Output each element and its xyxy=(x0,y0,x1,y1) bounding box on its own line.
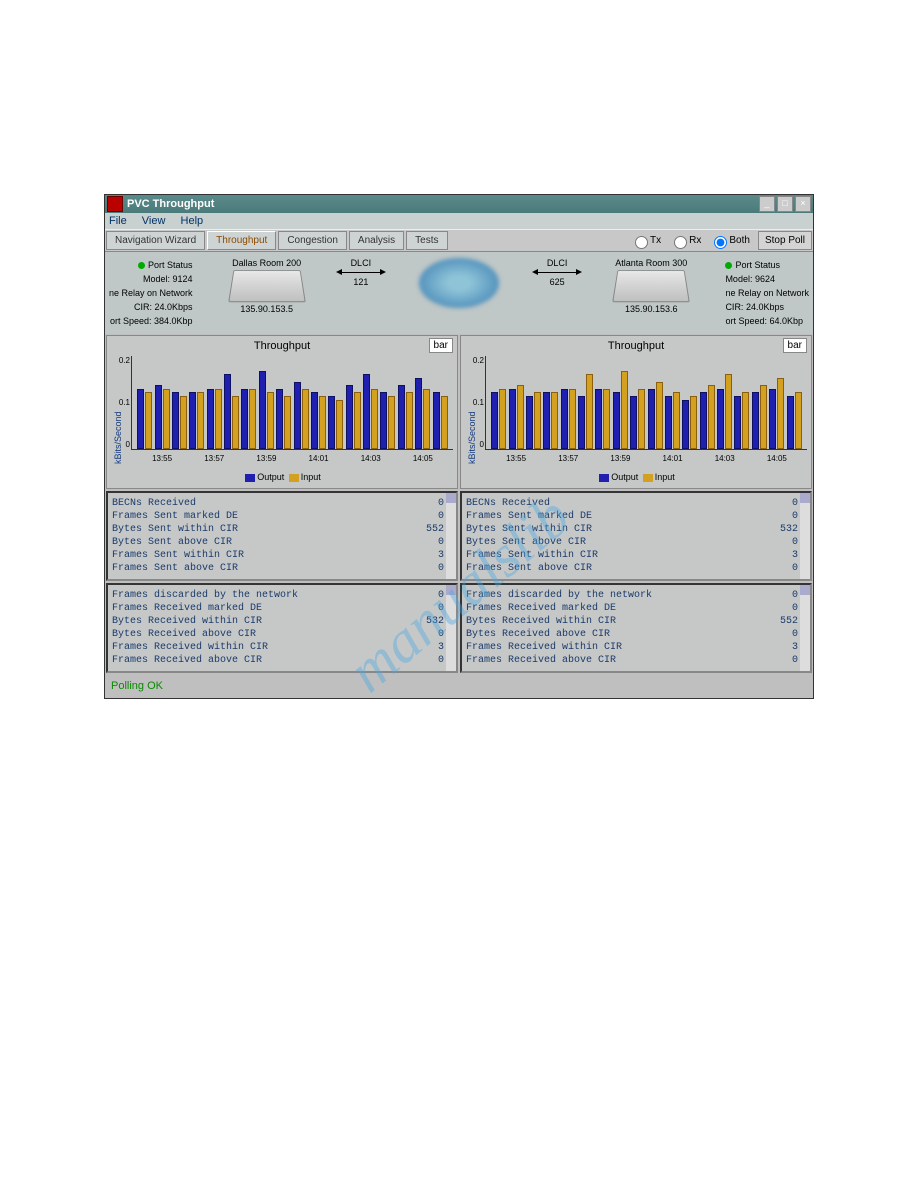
toolbar: Navigation Wizard Throughput Congestion … xyxy=(105,229,813,252)
stats-sent-right: BECNs Received0Frames Sent marked DE0Byt… xyxy=(460,491,812,581)
close-button[interactable]: × xyxy=(795,196,811,212)
app-window: PVC Throughput _ □ × File View Help Navi… xyxy=(104,194,814,699)
tab-throughput[interactable]: Throughput xyxy=(207,231,276,250)
status-dot-icon xyxy=(725,262,732,269)
menu-bar: File View Help xyxy=(105,213,813,229)
chart-legend: Output Input xyxy=(107,470,457,488)
maximize-button[interactable]: □ xyxy=(777,196,793,212)
app-icon xyxy=(107,196,123,212)
window-title: PVC Throughput xyxy=(127,198,757,210)
chart-type-select[interactable]: bar xyxy=(783,338,807,353)
tab-congestion[interactable]: Congestion xyxy=(278,231,347,250)
stats-sent-left: BECNs Received0Frames Sent marked DE0Byt… xyxy=(106,491,458,581)
chart-title: Throughput xyxy=(608,340,664,352)
chart-panel-left: Throughput bar kBits/Second 0.20.10 13:5… xyxy=(106,335,458,489)
scrollbar[interactable] xyxy=(446,585,456,671)
chart-panel-right: Throughput bar kBits/Second 0.20.10 13:5… xyxy=(460,335,812,489)
radio-both[interactable]: Both xyxy=(709,233,750,249)
status-bar: Polling OK xyxy=(105,674,813,698)
stop-poll-button[interactable]: Stop Poll xyxy=(758,231,812,250)
chart-plot: 0.20.10 13:5513:5713:5914:0114:0314:05 xyxy=(485,356,807,450)
chart-plot: 0.20.10 13:5513:5713:5914:0114:0314:05 xyxy=(131,356,453,450)
device-icon xyxy=(612,270,690,302)
device-icon xyxy=(228,270,306,302)
tab-analysis[interactable]: Analysis xyxy=(349,231,404,250)
cloud-icon xyxy=(419,258,499,308)
scrollbar[interactable] xyxy=(446,493,456,579)
radio-tx[interactable]: Tx xyxy=(630,233,661,249)
left-device: Dallas Room 200 135.90.153.5 xyxy=(231,258,303,314)
topology-area: Port Status Model: 9124 ne Relay on Netw… xyxy=(105,252,813,334)
arrow-icon xyxy=(341,272,381,273)
right-device-stats: Port Status Model: 9624 ne Relay on Netw… xyxy=(725,258,809,328)
stats-recv-left: Frames discarded by the network0Frames R… xyxy=(106,583,458,673)
left-device-stats: Port Status Model: 9124 ne Relay on Netw… xyxy=(109,258,193,328)
title-bar: PVC Throughput _ □ × xyxy=(105,195,813,213)
chart-type-select[interactable]: bar xyxy=(429,338,453,353)
chart-title: Throughput xyxy=(254,340,310,352)
stats-recv-right: Frames discarded by the network0Frames R… xyxy=(460,583,812,673)
tab-tests[interactable]: Tests xyxy=(406,231,447,250)
status-dot-icon xyxy=(138,262,145,269)
chart-legend: Output Input xyxy=(461,470,811,488)
menu-file[interactable]: File xyxy=(109,215,127,227)
minimize-button[interactable]: _ xyxy=(759,196,775,212)
menu-view[interactable]: View xyxy=(142,215,166,227)
scrollbar[interactable] xyxy=(800,585,810,671)
tab-navigation-wizard[interactable]: Navigation Wizard xyxy=(106,231,205,250)
right-device: Atlanta Room 300 135.90.153.6 xyxy=(615,258,687,314)
scrollbar[interactable] xyxy=(800,493,810,579)
dlci-left: DLCI 121 xyxy=(341,258,381,287)
arrow-icon xyxy=(537,272,577,273)
radio-rx[interactable]: Rx xyxy=(669,233,701,249)
dlci-right: DLCI 625 xyxy=(537,258,577,287)
menu-help[interactable]: Help xyxy=(181,215,204,227)
